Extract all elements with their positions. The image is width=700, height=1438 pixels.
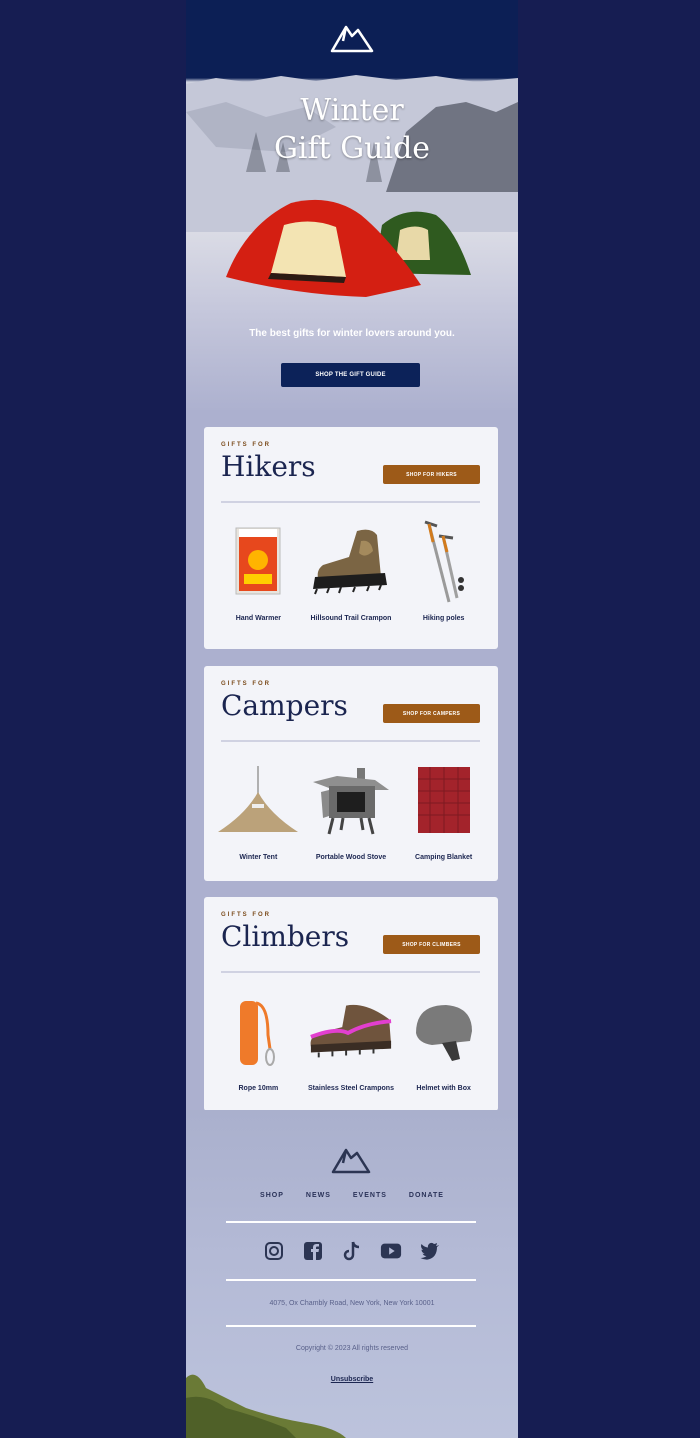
product-name: Hillsound Trail Crampon [310, 615, 392, 622]
footer-nav: SHOP NEWS EVENTS DONATE [186, 1192, 518, 1199]
social-links [186, 1240, 518, 1262]
mountain-logo-icon[interactable] [329, 22, 375, 54]
unsubscribe-link[interactable]: Unsubscribe [331, 1376, 373, 1383]
product-name: Winter Tent [239, 854, 278, 861]
product-item[interactable]: Rope 10mm [214, 983, 302, 1092]
section-title: Climbers [221, 920, 350, 953]
copyright-text: Copyright © 2023 All rights reserved [295, 1345, 409, 1352]
facebook-icon[interactable] [302, 1240, 324, 1262]
product-item[interactable]: Winter Tent [214, 752, 302, 861]
instagram-icon[interactable] [263, 1240, 285, 1262]
product-item[interactable]: Hillsound Trail Crampon [307, 513, 395, 622]
divider [226, 1325, 476, 1327]
divider [221, 740, 480, 742]
hero-subtitle: The best gifts for winter lovers around … [249, 328, 455, 339]
shop-for-campers-button[interactable]: SHOP FOR CAMPERS [383, 704, 480, 723]
section-eyebrow: GIFTS FOR [221, 442, 271, 448]
footer-link-shop[interactable]: SHOP [260, 1192, 284, 1199]
tents-image [226, 199, 471, 297]
divider [226, 1279, 476, 1281]
boot-crampon-image [312, 529, 387, 595]
product-name: Hiking poles [422, 615, 465, 622]
climbing-helmet-image [415, 1005, 472, 1061]
product-item[interactable]: Hiking poles [400, 513, 488, 622]
footer-link-news[interactable]: NEWS [306, 1192, 331, 1199]
hand-warmer-image [235, 527, 281, 595]
hero-title-line-1: Winter [300, 93, 404, 128]
section-card-hikers: GIFTS FOR Hikers SHOP FOR HIKERS Hand Wa… [204, 427, 498, 649]
footer-link-donate[interactable]: DONATE [409, 1192, 444, 1199]
divider [226, 1221, 476, 1223]
tiktok-icon[interactable] [341, 1240, 363, 1262]
product-name: Camping Blanket [415, 854, 473, 861]
product-item[interactable]: Camping Blanket [400, 752, 488, 861]
climbing-rope-image [240, 1001, 276, 1066]
section-eyebrow: GIFTS FOR [221, 912, 271, 918]
twitter-icon[interactable] [419, 1240, 441, 1262]
section-eyebrow: GIFTS FOR [221, 681, 271, 687]
footer: SHOP NEWS EVENTS DONATE 4075, Ox Chambly… [186, 1110, 518, 1438]
product-item[interactable]: Stainless Steel Crampons [307, 983, 395, 1092]
product-name: Portable Wood Stove [315, 854, 387, 861]
hero-title-line-2: Gift Guide [273, 131, 431, 166]
hero-title: Winter Gift Guide [186, 92, 518, 168]
product-item[interactable]: Helmet with Box [400, 983, 488, 1092]
mountain-logo-icon[interactable] [330, 1146, 372, 1174]
wood-stove-image [312, 768, 389, 835]
hero: Winter Gift Guide The best gifts for win… [186, 0, 518, 410]
product-name: Stainless Steel Crampons [307, 1085, 394, 1092]
product-item[interactable]: Portable Wood Stove [307, 752, 395, 861]
camping-blanket-image [417, 767, 470, 833]
product-name: Helmet with Box [416, 1085, 471, 1092]
product-item[interactable]: Hand Warmer [214, 513, 302, 622]
divider [221, 971, 480, 973]
company-address: 4075, Ox Chambly Road, New York, New Yor… [269, 1300, 435, 1307]
winter-tent-image [218, 766, 299, 832]
forest-image [186, 1374, 346, 1438]
email-container: Winter Gift Guide The best gifts for win… [186, 0, 518, 1438]
section-card-climbers: GIFTS FOR Climbers SHOP FOR CLIMBERS Rop… [204, 897, 498, 1111]
product-name: Rope 10mm [238, 1085, 279, 1092]
section-card-campers: GIFTS FOR Campers SHOP FOR CAMPERS Winte… [204, 666, 498, 881]
hiking-poles-image [424, 520, 464, 603]
footer-link-events[interactable]: EVENTS [353, 1192, 387, 1199]
youtube-icon[interactable] [380, 1240, 402, 1262]
shop-for-climbers-button[interactable]: SHOP FOR CLIMBERS [383, 935, 480, 954]
section-title: Hikers [221, 450, 316, 483]
divider [221, 501, 480, 503]
shop-for-hikers-button[interactable]: SHOP FOR HIKERS [383, 465, 480, 484]
section-title: Campers [221, 689, 348, 722]
shop-gift-guide-button[interactable]: SHOP THE GIFT GUIDE [281, 363, 420, 387]
boot-crampons-image [310, 1004, 392, 1058]
product-name: Hand Warmer [235, 615, 281, 622]
